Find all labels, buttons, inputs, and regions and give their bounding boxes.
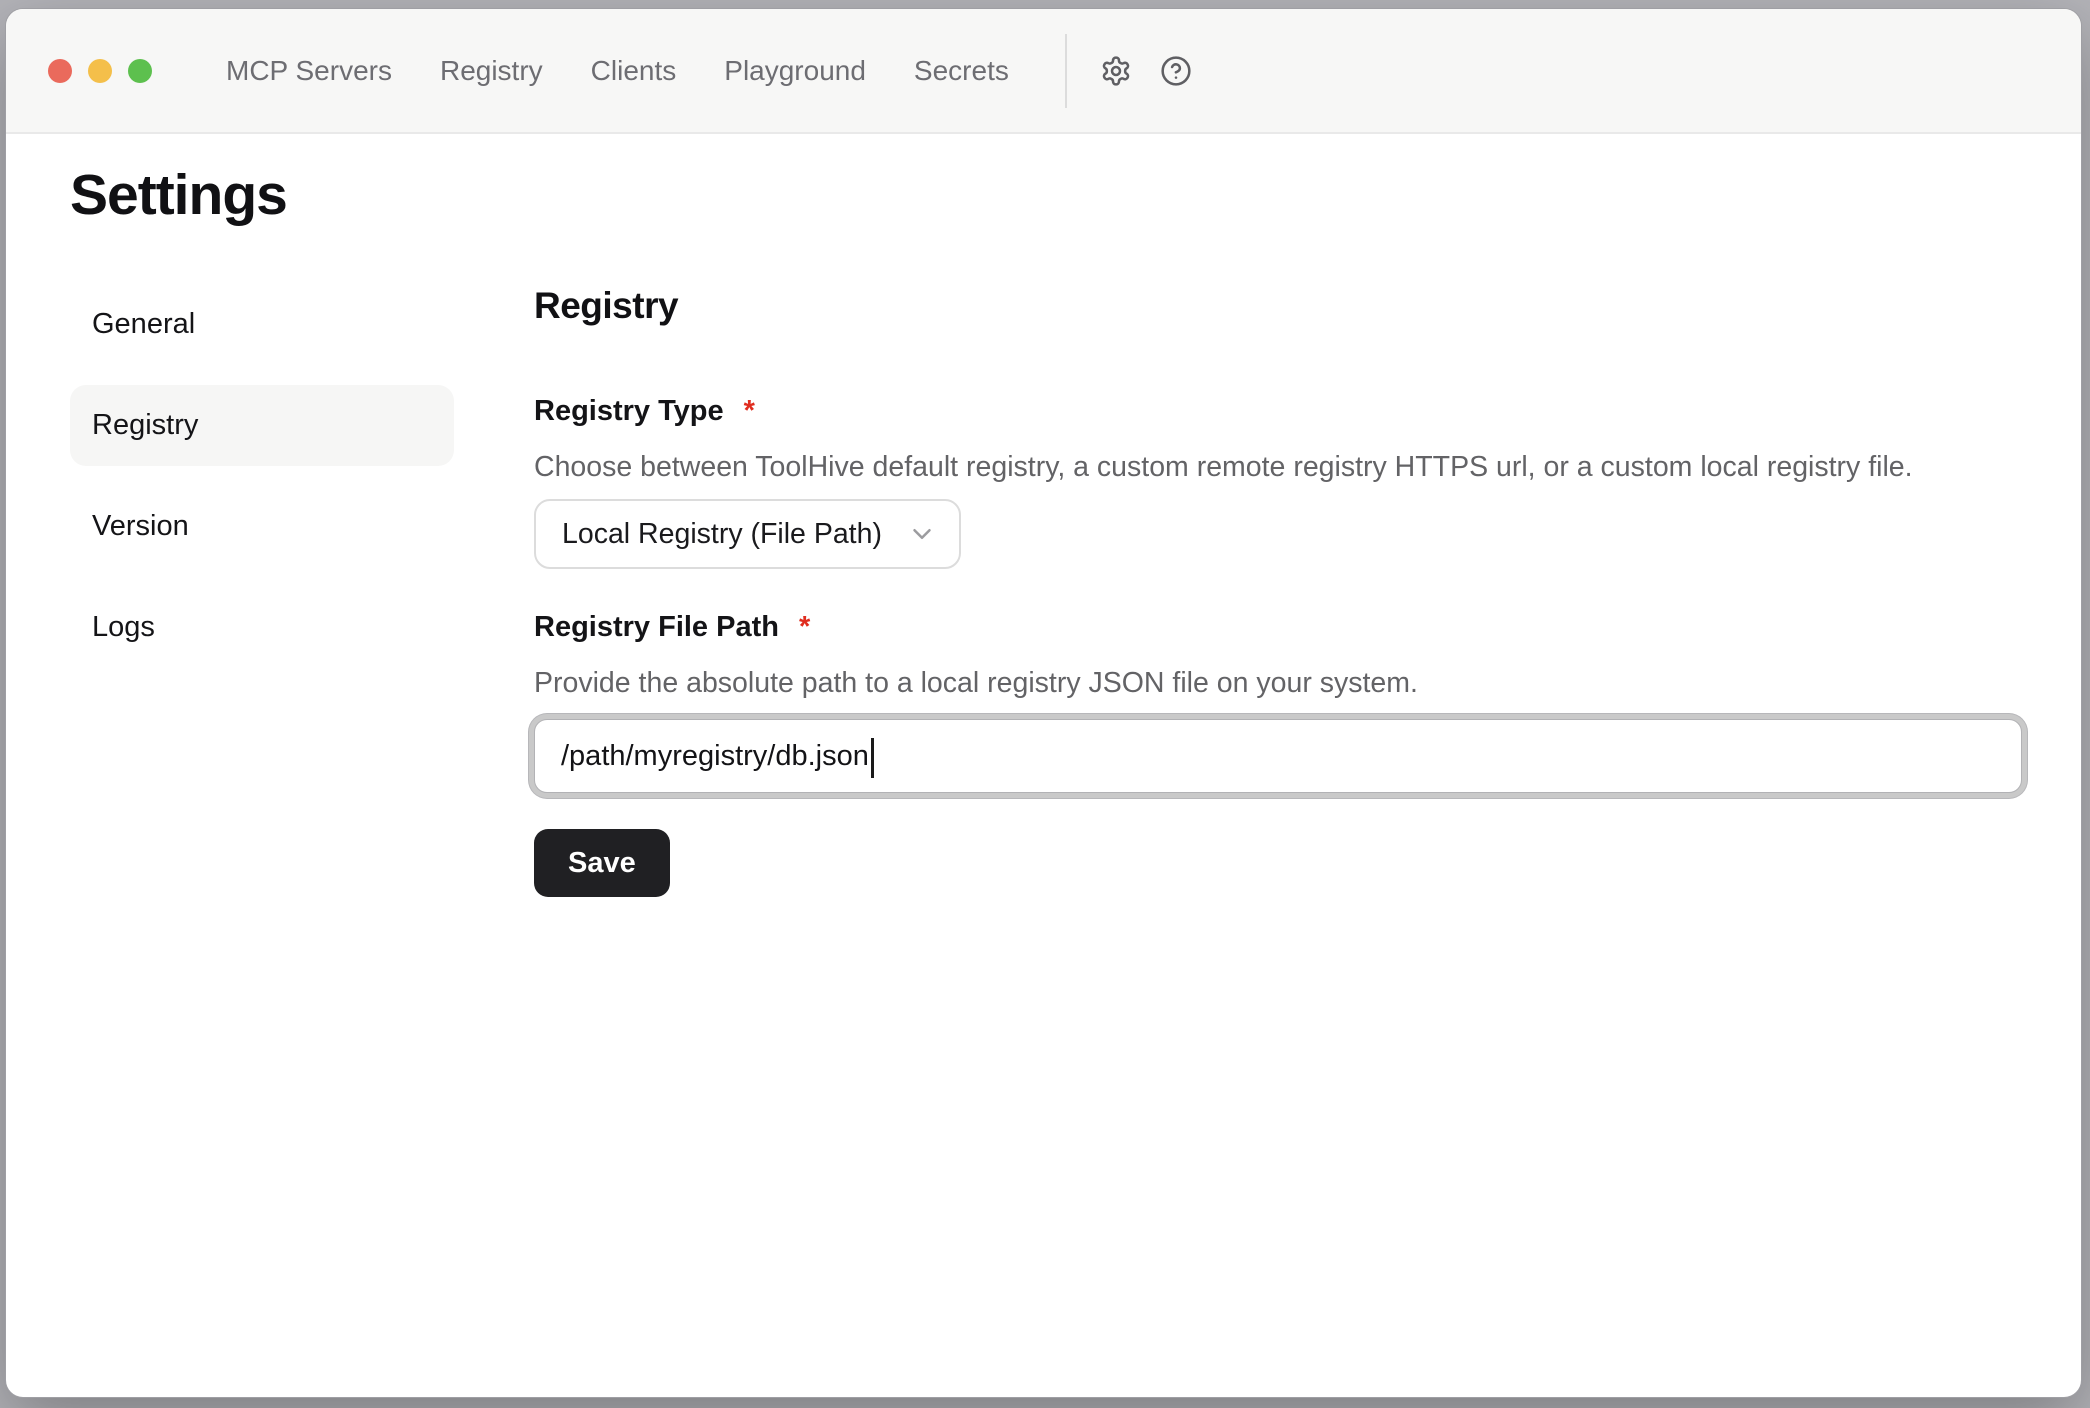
- help-circle-icon[interactable]: [1159, 54, 1193, 88]
- registry-type-label-text: Registry Type: [534, 394, 724, 428]
- save-button[interactable]: Save: [534, 829, 670, 897]
- gear-icon[interactable]: [1099, 54, 1133, 88]
- registry-type-select[interactable]: Local Registry (File Path): [534, 499, 961, 569]
- required-asterisk: *: [799, 610, 810, 644]
- nav-item-secrets[interactable]: Secrets: [914, 55, 1009, 87]
- required-asterisk: *: [744, 394, 755, 428]
- registry-settings-panel: Registry Registry Type * Choose between …: [534, 284, 2026, 897]
- minimize-button[interactable]: [88, 59, 112, 83]
- registry-file-path-label-text: Registry File Path: [534, 610, 779, 644]
- nav-item-clients[interactable]: Clients: [591, 55, 677, 87]
- registry-type-description: Choose between ToolHive default registry…: [534, 450, 2026, 484]
- settings-page: Settings General Registry Version Logs R…: [6, 167, 2081, 897]
- registry-file-path-description: Provide the absolute path to a local reg…: [534, 666, 2026, 700]
- close-button[interactable]: [48, 59, 72, 83]
- app-window: MCP Servers Registry Clients Playground …: [5, 8, 2082, 1398]
- chevron-down-icon: [907, 519, 937, 549]
- titlebar-divider: [1065, 34, 1067, 108]
- nav-item-mcp-servers[interactable]: MCP Servers: [226, 55, 392, 87]
- registry-file-path-label: Registry File Path *: [534, 610, 2026, 644]
- titlebar: MCP Servers Registry Clients Playground …: [6, 9, 2081, 134]
- sidebar-item-registry[interactable]: Registry: [70, 385, 454, 466]
- section-title: Registry: [534, 284, 2026, 328]
- registry-file-path-input[interactable]: /path/myregistry/db.json: [534, 719, 2022, 793]
- sidebar-item-logs[interactable]: Logs: [70, 587, 454, 668]
- registry-type-label: Registry Type *: [534, 394, 2026, 428]
- traffic-lights: [48, 59, 152, 83]
- zoom-button[interactable]: [128, 59, 152, 83]
- nav-item-playground[interactable]: Playground: [724, 55, 866, 87]
- settings-sidebar: General Registry Version Logs: [70, 284, 454, 897]
- sidebar-item-version[interactable]: Version: [70, 486, 454, 567]
- page-title: Settings: [70, 167, 2081, 224]
- sidebar-item-general[interactable]: General: [70, 284, 454, 365]
- registry-file-path-value: /path/myregistry/db.json: [561, 740, 869, 773]
- text-cursor: [871, 738, 874, 778]
- top-navigation: MCP Servers Registry Clients Playground …: [226, 55, 1009, 87]
- nav-item-registry[interactable]: Registry: [440, 55, 543, 87]
- registry-type-selected-value: Local Registry (File Path): [562, 518, 882, 551]
